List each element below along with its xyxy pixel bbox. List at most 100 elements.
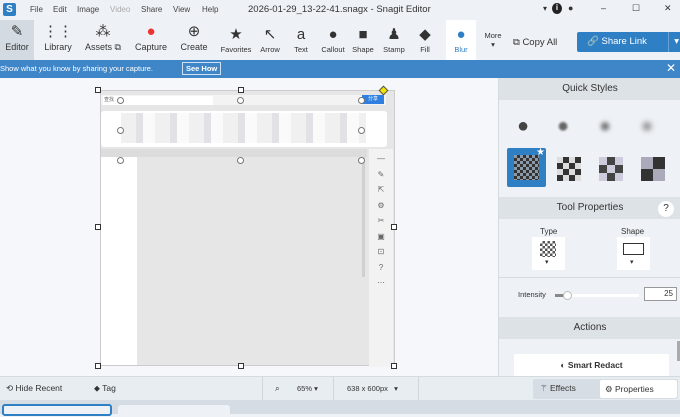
edit-icon: ✎ (10, 23, 24, 40)
blur-handle[interactable] (358, 97, 365, 104)
label: Shape (352, 45, 374, 54)
resize-handle[interactable] (95, 363, 101, 369)
capture-button[interactable]: ● Capture (131, 20, 171, 60)
blur-style-4[interactable]: ● (641, 115, 653, 138)
resize-handle[interactable] (95, 224, 101, 230)
share-link-button[interactable]: 🔗 Share Link ▾ (577, 32, 680, 52)
info-icon[interactable]: i (552, 3, 562, 14)
label: Stamp (383, 45, 405, 54)
arrow-icon: ↖ (263, 26, 277, 43)
label: Effects (550, 383, 576, 393)
resize-handle[interactable] (238, 363, 244, 369)
callout-tool[interactable]: ● Callout (318, 23, 348, 63)
blur-handle[interactable] (117, 157, 124, 164)
label: More (484, 31, 502, 40)
tag-button[interactable]: ⬥ Tag (94, 383, 116, 394)
close-banner-icon[interactable]: ✕ (666, 61, 676, 75)
shape-tool[interactable]: ■ Shape (350, 23, 376, 63)
text-tool[interactable]: a Text (288, 23, 314, 63)
library-button[interactable]: ⋮⋮ Library (40, 20, 76, 60)
blur-handle[interactable] (117, 97, 124, 104)
user-icon[interactable]: ● (568, 3, 573, 13)
pixel-pattern (514, 155, 539, 180)
intensity-slider[interactable] (555, 291, 639, 300)
menu-help[interactable]: Help (202, 5, 218, 14)
blur-handle[interactable] (358, 157, 365, 164)
zoom-dropdown[interactable]: 65% ▾ (297, 384, 318, 393)
rectangle-icon (623, 243, 644, 255)
menu-share[interactable]: Share (141, 5, 162, 14)
label: Favorites (220, 45, 252, 54)
pixelate-style-4[interactable] (641, 157, 665, 181)
see-how-button[interactable]: See How (182, 62, 222, 75)
fill-tool[interactable]: ◆ Fill (412, 23, 438, 63)
copy-all-button[interactable]: ⧉ Copy All (513, 37, 557, 48)
editor-button[interactable]: ✎ Editor (0, 20, 34, 60)
menu-file[interactable]: File (30, 5, 43, 14)
arrow-tool[interactable]: ↖ Arrow (256, 23, 284, 63)
blur-handle[interactable] (358, 127, 365, 134)
resize-handle[interactable] (95, 87, 101, 93)
blur-tool[interactable]: ● Blur (446, 20, 476, 60)
blur-handle[interactable] (117, 127, 124, 134)
label: Library (44, 42, 72, 52)
resize-handle[interactable] (391, 224, 397, 230)
bottom-bar: ⟲ Hide Recent ⬥ Tag ⌕ 65% ▾ 638 x 600px … (0, 376, 680, 401)
chevron-down-icon: ▾ (630, 259, 634, 266)
create-button[interactable]: ⊕ Create (177, 20, 211, 60)
toolbar: ✎ Editor ⋮⋮ Library ⁂ Assets ⧉ ● Capture ⊕ Cr… (0, 20, 680, 60)
intensity-input[interactable]: 25 (644, 287, 677, 301)
divider (418, 377, 419, 401)
divider (262, 377, 263, 401)
hide-recent-button[interactable]: ⟲ Hide Recent (6, 383, 62, 394)
blur-handle[interactable] (237, 97, 244, 104)
close-button[interactable]: ✕ (664, 3, 672, 14)
type-label: Type (540, 227, 558, 236)
properties-button[interactable]: ⚙ Properties (600, 380, 677, 398)
size-dropdown[interactable]: 638 x 600px ▾ (347, 384, 398, 393)
plus-icon: ⊕ (187, 23, 201, 40)
menu-image[interactable]: Image (77, 5, 99, 14)
smart-redact-button[interactable]: ◐ Smart Redact (514, 354, 669, 376)
pixelate-style-selected[interactable]: ★ (507, 147, 546, 187)
divider (499, 277, 680, 278)
resize-handle[interactable] (238, 87, 244, 93)
callout-icon: ● (328, 26, 338, 43)
recent-thumbnail[interactable] (118, 405, 230, 417)
menu-edit[interactable]: Edit (53, 5, 67, 14)
blur-style-2[interactable]: ● (557, 115, 569, 138)
capture-row (101, 149, 367, 157)
maximize-button[interactable]: ☐ (632, 3, 640, 14)
recent-thumbnail-selected[interactable] (2, 404, 112, 416)
favorites-tool[interactable]: ★ Favorites (218, 23, 254, 63)
help-button[interactable]: ? (658, 201, 674, 217)
effects-button[interactable]: ⚚ Effects (540, 383, 576, 394)
label: Capture (134, 42, 168, 52)
smart-redact-icon: ◐ (560, 360, 566, 370)
capture-sidebar (101, 157, 137, 365)
blur-icon: ● (456, 26, 466, 43)
minimize-button[interactable]: – (601, 3, 606, 13)
tag-icon: ⬥ (94, 383, 100, 393)
blur-handle[interactable] (237, 157, 244, 164)
zoom-icon[interactable]: ⌕ (275, 383, 280, 394)
blur-style-3[interactable]: ● (599, 115, 611, 138)
shape-dropdown[interactable]: ▾ (617, 237, 650, 270)
info-banner: Show what you know by sharing your captu… (0, 60, 680, 78)
pixelate-style-3[interactable] (599, 157, 623, 181)
type-dropdown[interactable]: ▾ (532, 237, 565, 270)
share-dropdown-icon[interactable]: ▾ (668, 32, 679, 52)
intensity-label: Intensity (518, 290, 546, 299)
assets-button[interactable]: ⁂ Assets ⧉ (82, 20, 124, 60)
pixelate-style-2[interactable] (557, 157, 581, 181)
slider-thumb[interactable] (563, 291, 572, 300)
dropdown-icon[interactable]: ▾ (543, 4, 547, 13)
blur-style-1[interactable]: ● (517, 115, 529, 138)
menu-view[interactable]: View (173, 5, 190, 14)
favorite-star-icon[interactable]: ★ (536, 147, 545, 158)
resize-handle[interactable] (391, 363, 397, 369)
stamp-tool[interactable]: ♟ Stamp (380, 23, 408, 63)
captured-image[interactable]: 查找 分享 — ✎ ⇱ ⚙ ✂ ▣ ⊡? ⋯ (100, 90, 395, 367)
pixelate-icon (540, 241, 556, 257)
capture-scrollbar (362, 157, 365, 277)
